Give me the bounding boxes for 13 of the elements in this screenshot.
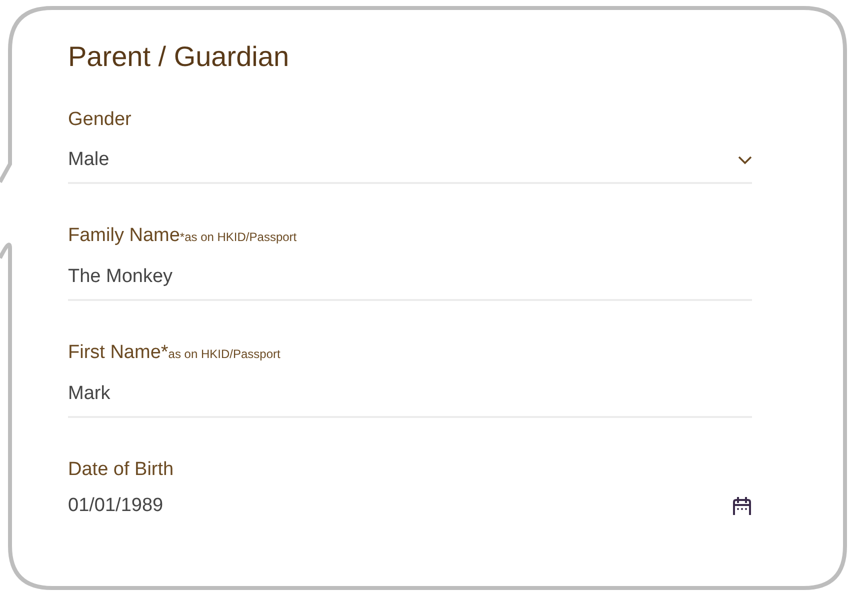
input-value[interactable]: Mark — [68, 382, 110, 406]
input-value[interactable]: The Monkey — [68, 265, 173, 289]
field-label: First Name* — [68, 341, 168, 365]
form-title: Parent / Guardian — [68, 40, 290, 74]
dropdown-value[interactable]: Male — [68, 148, 110, 172]
field-label: Date of Birth — [68, 458, 174, 482]
field-label: Family Name — [68, 224, 180, 248]
chevron-down-icon[interactable] — [738, 156, 752, 164]
calendar-icon[interactable] — [732, 496, 752, 516]
label-note: *as on HKID/Passport — [180, 229, 297, 246]
field-label: Gender — [68, 108, 132, 132]
label-note: as on HKID/Passport — [168, 346, 280, 363]
input-value[interactable]: 01/01/1989 — [68, 494, 164, 518]
